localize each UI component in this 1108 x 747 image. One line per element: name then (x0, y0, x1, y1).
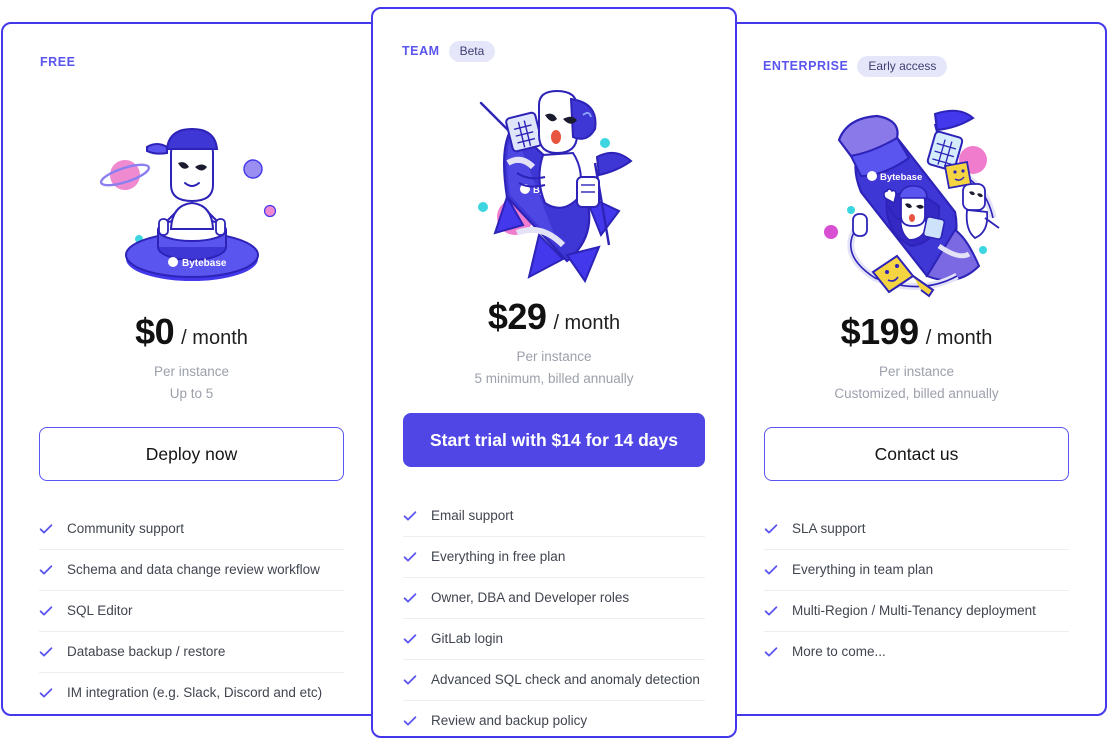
plan-price-period: / month (553, 312, 621, 334)
plan-price-period: / month (925, 327, 993, 349)
plan-price-note-line2: 5 minimum, billed annually (474, 371, 634, 387)
check-icon (403, 714, 417, 728)
brand-label: Bytebase (880, 172, 922, 183)
check-icon (403, 632, 417, 646)
plan-tier-row-free: FREE (40, 56, 76, 69)
check-icon (39, 522, 53, 536)
feature-label: IM integration (e.g. Slack, Discord and … (67, 685, 323, 701)
list-item: Everything in free plan (403, 537, 705, 578)
plan-price-amount: $0 (135, 311, 175, 352)
plan-price-amount: $199 (840, 311, 920, 352)
check-icon (764, 645, 778, 659)
space-capsule-crew-illustration: Bytebase (728, 102, 1105, 297)
list-item: Email support (403, 496, 705, 537)
feature-label: Email support (431, 508, 514, 524)
check-icon (764, 522, 778, 536)
feature-label: Everything in team plan (792, 562, 934, 578)
check-icon (403, 673, 417, 687)
plan-tier-row-team: TEAM Beta (402, 41, 496, 62)
feature-label: Community support (67, 521, 185, 537)
list-item: SQL Editor (39, 591, 344, 632)
plan-card-inner: ENTERPRISE Early access Bytebase $199 / … (728, 24, 1105, 714)
plan-price-period: / month (181, 327, 248, 349)
list-item: Community support (39, 509, 344, 550)
plan-price-note-line2: Customized, billed annually (834, 386, 999, 402)
check-icon (39, 604, 53, 618)
feature-label: Everything in free plan (431, 549, 566, 565)
feature-label: Database backup / restore (67, 644, 226, 660)
check-icon (764, 563, 778, 577)
plan-card-enterprise: ENTERPRISE Early access Bytebase $199 / … (726, 22, 1107, 716)
ufo-astronaut-illustration: Bytebase (3, 102, 380, 297)
check-icon (39, 686, 53, 700)
feature-label: SLA support (792, 521, 866, 537)
list-item: Schema and data change review workflow (39, 550, 344, 591)
list-item: SLA support (764, 509, 1069, 550)
plan-price-note-line1: Per instance (878, 364, 955, 379)
plan-card-inner: TEAM Beta $29 / month Per instance 5 min… (373, 9, 735, 736)
check-icon (403, 591, 417, 605)
plan-card-free: FREE Bytebase $0 / month Per instance Up… (1, 22, 382, 716)
feature-label: GitLab login (431, 631, 504, 647)
plan-feature-list-team: Email support Everything in free plan Ow… (403, 496, 705, 741)
check-icon (764, 604, 778, 618)
plan-price-note: Per instance 5 minimum, billed annually (373, 346, 735, 391)
plan-card-team: TEAM Beta $29 / month Per instance 5 min… (371, 7, 737, 738)
plan-card-inner: FREE Bytebase $0 / month Per instance Up… (3, 24, 380, 714)
list-item: Advanced SQL check and anomaly detection (403, 660, 705, 701)
plan-price-note-line2: Up to 5 (169, 386, 214, 402)
plan-price-block-enterprise: $199 / month Per instance Customized, bi… (728, 314, 1105, 406)
feature-label: Owner, DBA and Developer roles (431, 590, 630, 606)
plan-price-note: Per instance Up to 5 (3, 361, 380, 406)
plan-tier-label: ENTERPRISE (763, 59, 849, 74)
list-item: IM integration (e.g. Slack, Discord and … (39, 673, 344, 713)
plan-tier-label: TEAM (402, 44, 440, 59)
plan-price-amount: $29 (487, 296, 547, 337)
plan-feature-list-free: Community support Schema and data change… (39, 509, 344, 713)
pricing-plans-container: FREE Bytebase $0 / month Per instance Up… (0, 0, 1108, 747)
feature-label: Advanced SQL check and anomaly detection (431, 672, 700, 688)
plan-price-note-line1: Per instance (516, 349, 592, 364)
list-item: More to come... (764, 632, 1069, 672)
rocket-astronaut-illustration: Bytebase (373, 87, 735, 283)
feature-label: Review and backup policy (431, 713, 588, 729)
plan-price-line: $0 / month (3, 314, 380, 350)
plan-feature-list-enterprise: SLA support Everything in team plan Mult… (764, 509, 1069, 672)
plan-price-note: Per instance Customized, billed annually (728, 361, 1105, 406)
feature-label: Multi-Region / Multi-Tenancy deployment (792, 603, 1036, 619)
plan-tier-label: FREE (40, 55, 76, 69)
check-icon (39, 645, 53, 659)
list-item: Multi-Region / Multi-Tenancy deployment (764, 591, 1069, 632)
feature-label: SQL Editor (67, 603, 133, 619)
check-icon (403, 550, 417, 564)
contact-us-button[interactable]: Contact us (764, 427, 1069, 481)
start-trial-button[interactable]: Start trial with $14 for 14 days (403, 413, 705, 467)
check-icon (39, 563, 53, 577)
feature-label: More to come... (792, 644, 886, 660)
feature-label: Schema and data change review workflow (67, 562, 320, 578)
list-item: Everything in team plan (764, 550, 1069, 591)
list-item: Review and backup policy (403, 701, 705, 741)
plan-price-line: $29 / month (373, 299, 735, 335)
deploy-now-button[interactable]: Deploy now (39, 427, 344, 481)
list-item: Database backup / restore (39, 632, 344, 673)
plan-price-line: $199 / month (728, 314, 1105, 350)
status-badge-early-access: Early access (857, 56, 948, 77)
check-icon (403, 509, 417, 523)
plan-tier-row-enterprise: ENTERPRISE Early access (763, 56, 948, 77)
status-badge-beta: Beta (448, 41, 496, 62)
plan-price-block-free: $0 / month Per instance Up to 5 (3, 314, 380, 406)
list-item: Owner, DBA and Developer roles (403, 578, 705, 619)
brand-label: Bytebase (182, 258, 227, 269)
list-item: GitLab login (403, 619, 705, 660)
plan-price-note-line1: Per instance (153, 364, 230, 379)
plan-price-block-team: $29 / month Per instance 5 minimum, bill… (373, 299, 735, 391)
